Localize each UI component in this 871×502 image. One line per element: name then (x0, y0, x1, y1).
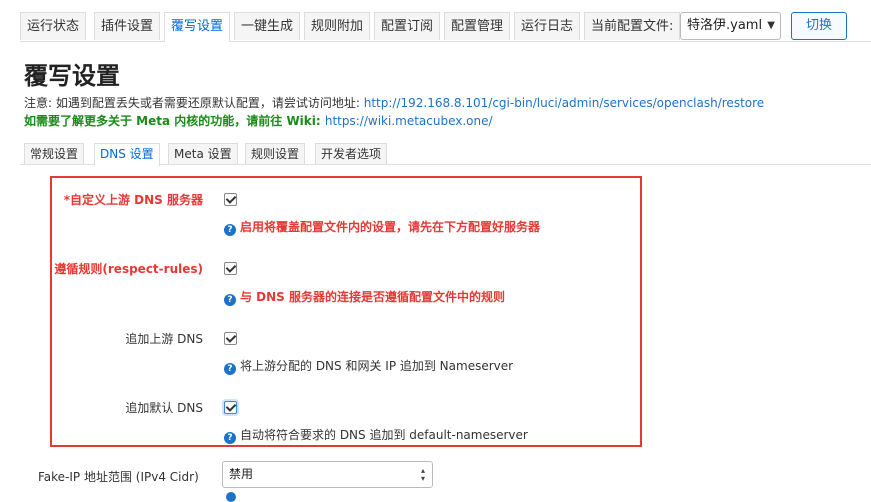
subtab-meta[interactable]: Meta 设置 (168, 143, 238, 165)
tab-config-subscription[interactable]: 配置订阅 (374, 12, 441, 40)
restore-note: 注意: 如遇到配置丢失或者需要还原默认配置，请尝试访问地址: http://19… (24, 94, 764, 111)
append-upstream-dns-help: ? 将上游分配的 DNS 和网关 IP 追加到 Nameserver (224, 357, 513, 375)
tab-config-management[interactable]: 配置管理 (444, 12, 511, 40)
wiki-note: 如需要了解更多关于 Meta 内核的功能，请前往 Wiki: https://w… (24, 112, 493, 129)
restore-link[interactable]: http://192.168.8.101/cgi-bin/luci/admin/… (364, 96, 764, 110)
tab-status[interactable]: 运行状态 (20, 12, 87, 40)
custom-upstream-dns-help: ? 启用将覆盖配置文件内的设置，请先在下方配置好服务器 (224, 218, 540, 236)
append-upstream-dns-checkbox[interactable] (224, 332, 237, 345)
respect-rules-checkbox[interactable] (224, 262, 237, 275)
custom-upstream-dns-checkbox[interactable] (224, 193, 237, 206)
chevron-down-icon: ▴ ▾ (420, 466, 425, 483)
switch-button[interactable]: 切换 (791, 12, 847, 40)
respect-rules-help-text: 与 DNS 服务器的连接是否遵循配置文件中的规则 (240, 290, 506, 304)
respect-rules-help: ? 与 DNS 服务器的连接是否遵循配置文件中的规则 (224, 288, 505, 306)
tab-rule-append[interactable]: 规则附加 (304, 12, 371, 40)
fakeip-range-select[interactable]: 禁用 ▴ ▾ (222, 461, 433, 488)
help-icon: ? (224, 294, 236, 306)
custom-upstream-dns-help-text: 启用将覆盖配置文件内的设置，请先在下方配置好服务器 (240, 220, 541, 234)
page-title: 覆写设置 (24, 62, 120, 90)
subtab-developer[interactable]: 开发者选项 (315, 143, 388, 165)
tab-plugin-settings[interactable]: 插件设置 (94, 12, 161, 40)
subtab-rules[interactable]: 规则设置 (245, 143, 306, 165)
tab-one-click-generate[interactable]: 一键生成 (234, 12, 301, 40)
config-file-value: 特洛伊.yaml (687, 18, 763, 33)
respect-rules-label: 遵循规则(respect-rules) (54, 262, 203, 276)
custom-upstream-dns-label: *自定义上游 DNS 服务器 (63, 193, 203, 207)
tab-bar-divider (20, 41, 871, 42)
append-default-dns-checkbox[interactable] (224, 401, 237, 414)
help-icon (226, 492, 236, 502)
append-upstream-dns-label: 追加上游 DNS (125, 332, 203, 346)
append-default-dns-help-text: 自动将符合要求的 DNS 追加到 default-nameserver (240, 428, 528, 442)
wiki-link[interactable]: https://wiki.metacubex.one/ (325, 114, 493, 128)
append-upstream-dns-help-text: 将上游分配的 DNS 和网关 IP 追加到 Nameserver (240, 359, 514, 373)
wiki-note-text: 如需要了解更多关于 Meta 内核的功能，请前往 Wiki: (24, 114, 325, 128)
help-icon: ? (224, 224, 236, 236)
help-icon: ? (224, 363, 236, 375)
append-default-dns-help: ? 自动将符合要求的 DNS 追加到 default-nameserver (224, 426, 528, 444)
tab-run-log[interactable]: 运行日志 (514, 12, 581, 40)
sub-tab-bar: 常规设置 DNS 设置 Meta 设置 规则设置 开发者选项 (20, 143, 871, 166)
tab-override-settings[interactable]: 覆写设置 (164, 12, 231, 42)
chevron-down-icon: ▼ (767, 20, 775, 31)
current-config-label: 当前配置文件: (584, 12, 681, 40)
restore-note-text: 注意: 如遇到配置丢失或者需要还原默认配置，请尝试访问地址: (24, 96, 364, 110)
subtab-dns[interactable]: DNS 设置 (94, 143, 160, 166)
config-file-select[interactable]: 特洛伊.yaml ▼ (680, 12, 781, 40)
subtab-general[interactable]: 常规设置 (24, 143, 85, 165)
fakeip-range-value: 禁用 (229, 467, 254, 481)
append-default-dns-label: 追加默认 DNS (125, 401, 203, 415)
help-icon: ? (224, 432, 236, 444)
fakeip-range-label: Fake-IP 地址范围 (IPv4 Cidr) (38, 470, 199, 484)
